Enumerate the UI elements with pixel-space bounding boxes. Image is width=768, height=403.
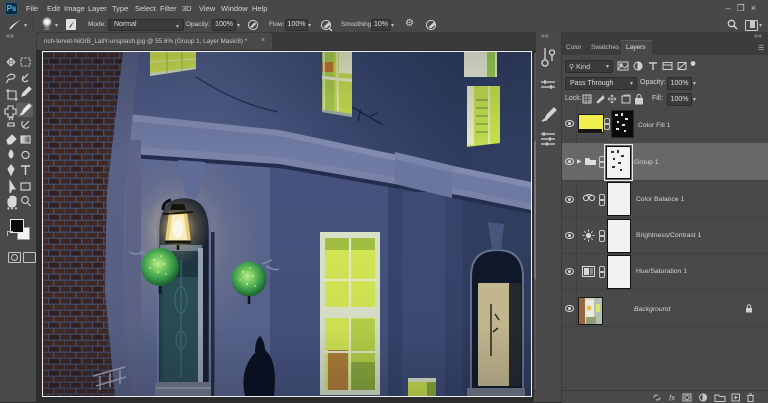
svg-text:fx: fx (669, 394, 676, 403)
